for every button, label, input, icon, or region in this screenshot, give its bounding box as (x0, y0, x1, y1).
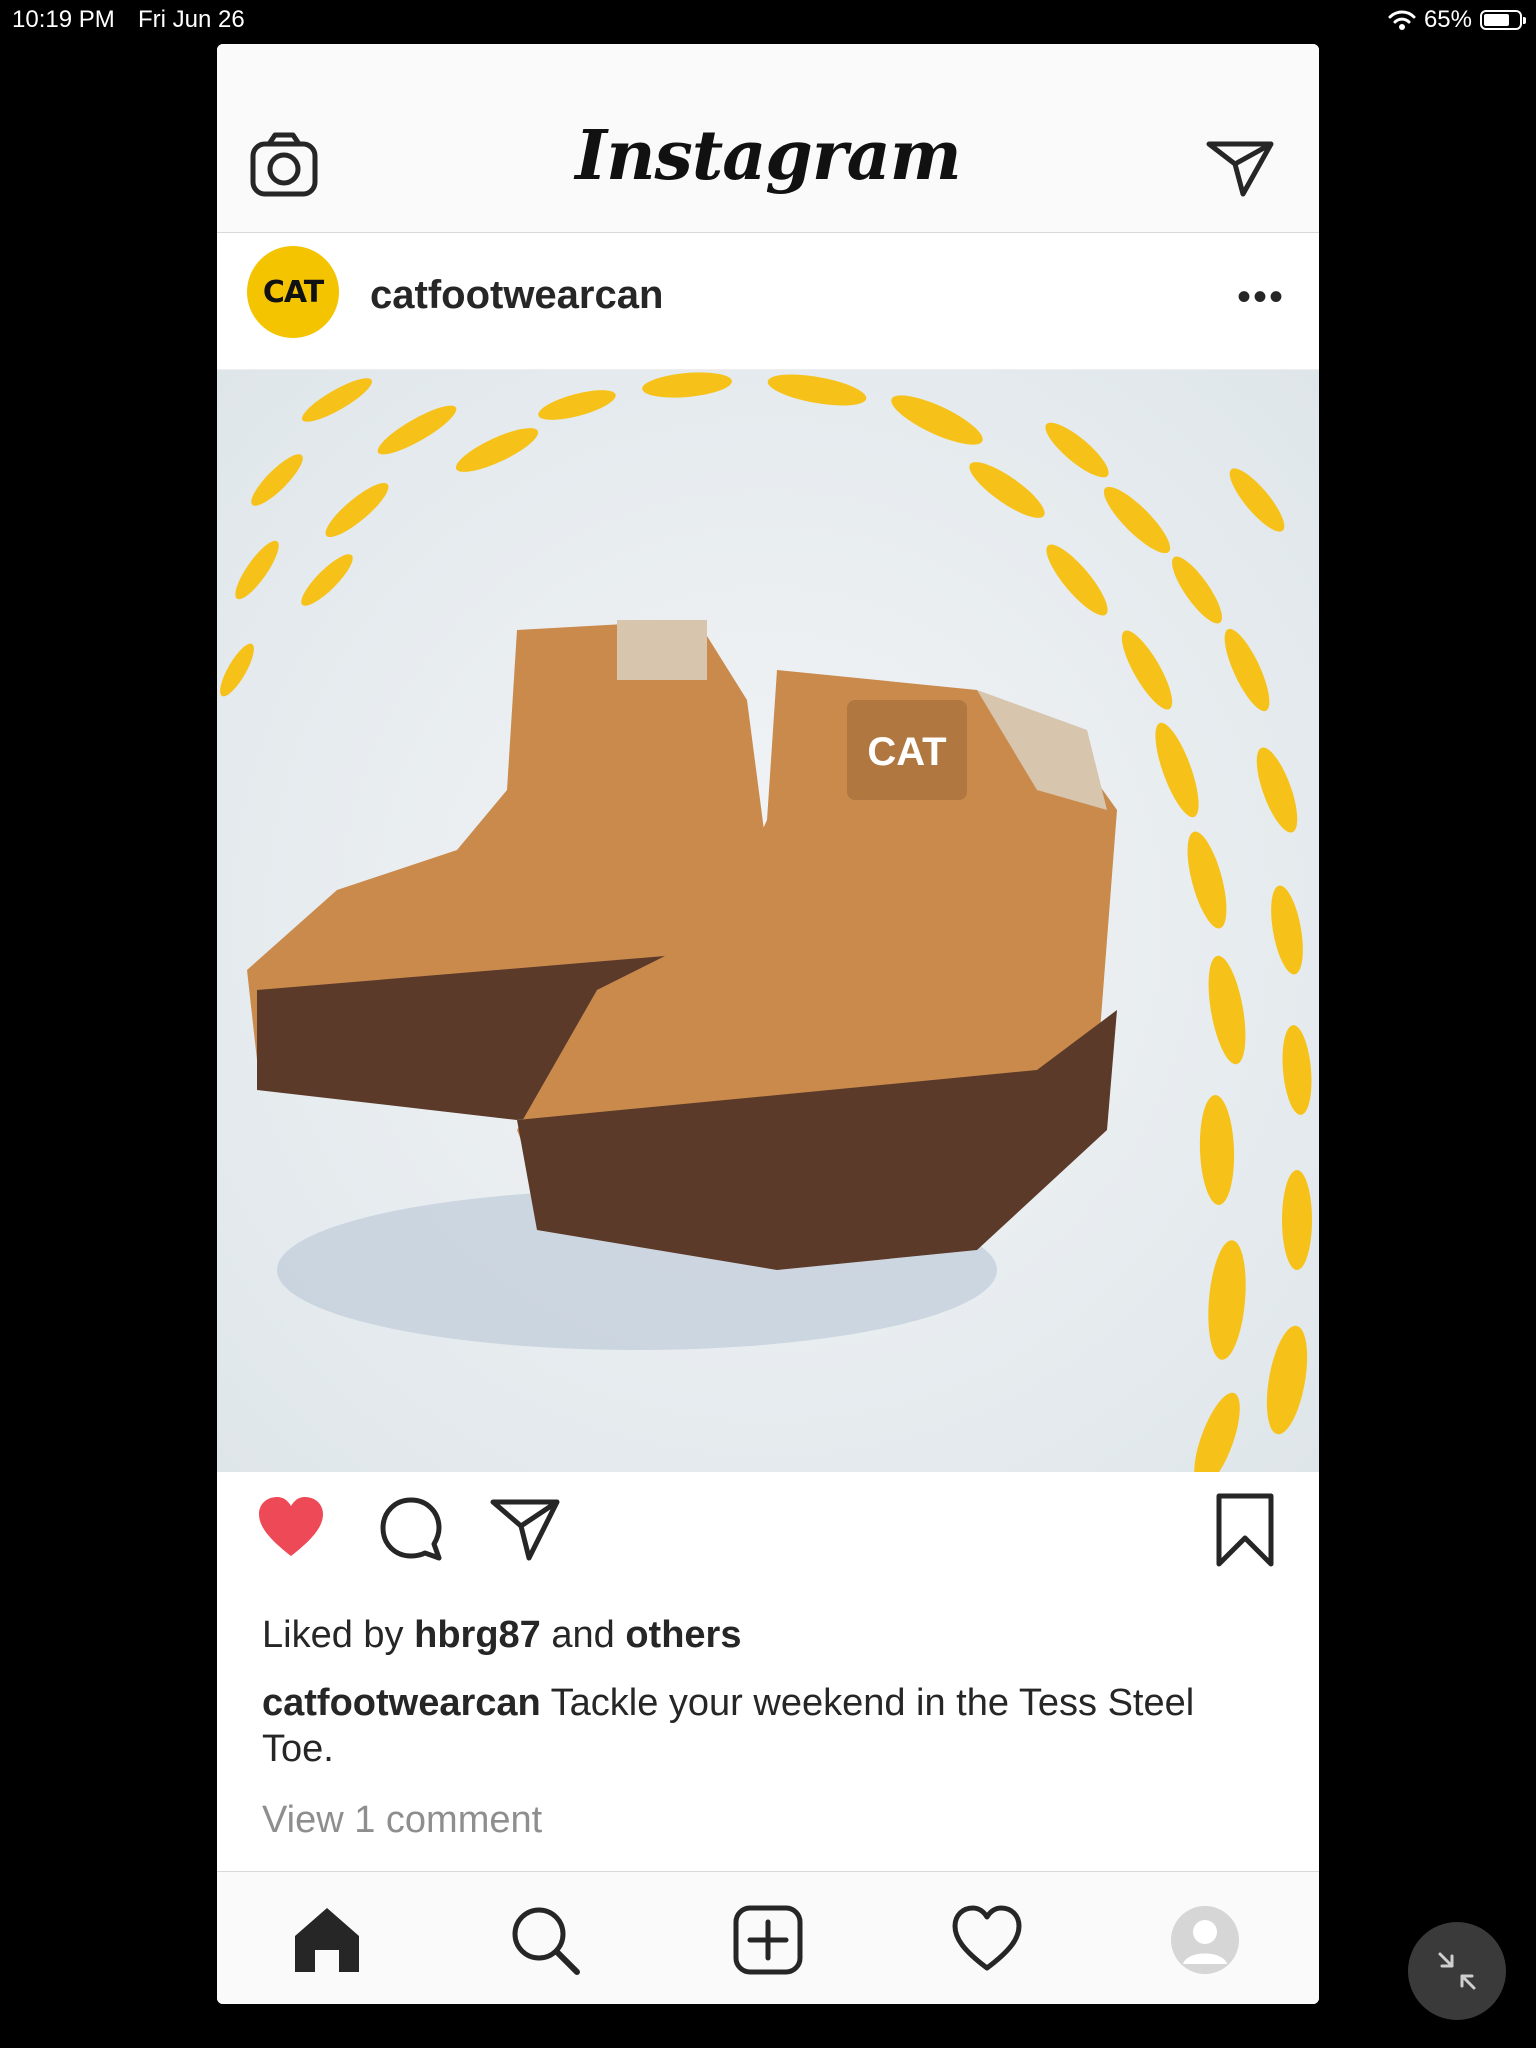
profile-icon[interactable] (1167, 1902, 1243, 1978)
bookmark-icon[interactable] (1213, 1492, 1277, 1568)
avatar[interactable]: CAT (247, 246, 339, 338)
top-bar: Instagram (217, 44, 1319, 233)
battery-percent: 65% (1423, 6, 1472, 33)
post-username[interactable]: catfootwearcan (370, 273, 663, 318)
like-heart-icon[interactable] (255, 1492, 327, 1564)
instagram-app: Instagram CAT catfootwearcan ••• CAT Lik… (217, 44, 1319, 2004)
liked-by-and: and (551, 1614, 615, 1656)
post-caption: catfootwearcan Tackle your weekend in th… (262, 1680, 1272, 1772)
view-comments-link[interactable]: View 1 comment (262, 1799, 542, 1842)
post-actions (217, 1492, 1319, 1582)
caption-username[interactable]: catfootwearcan (262, 1682, 541, 1724)
svg-text:CAT: CAT (867, 730, 946, 774)
status-time: 10:19 PM (12, 6, 115, 33)
status-bar: 10:19 PM Fri Jun 26 65% (0, 0, 1536, 40)
liked-by-others[interactable]: others (625, 1614, 741, 1656)
home-icon[interactable] (289, 1902, 365, 1978)
liked-by-prefix: Liked by (262, 1614, 404, 1656)
boots-photo: CAT (217, 370, 1319, 1472)
more-options-icon[interactable]: ••• (1237, 275, 1285, 320)
likes-summary: Liked by hbrg87 and others (262, 1614, 741, 1657)
activity-icon[interactable] (949, 1902, 1025, 1978)
share-icon[interactable] (489, 1492, 561, 1564)
post-image[interactable]: CAT (217, 370, 1319, 1472)
direct-message-icon[interactable] (1205, 132, 1275, 202)
wifi-icon (1388, 10, 1416, 30)
battery-icon (1480, 10, 1526, 30)
minimize-button[interactable] (1408, 1922, 1506, 2020)
new-post-icon[interactable] (730, 1902, 806, 1978)
bottom-tab-bar (217, 1871, 1319, 2004)
status-right: 65% (1388, 6, 1526, 34)
liked-by-user[interactable]: hbrg87 (414, 1614, 541, 1656)
instagram-logo: Instagram (575, 116, 961, 196)
post-header: CAT catfootwearcan ••• (217, 233, 1319, 370)
comment-icon[interactable] (375, 1492, 447, 1564)
avatar-label: CAT (262, 274, 324, 310)
minimize-icon (1438, 1952, 1476, 1990)
search-icon[interactable] (507, 1902, 583, 1978)
status-date: Fri Jun 26 (138, 6, 245, 33)
